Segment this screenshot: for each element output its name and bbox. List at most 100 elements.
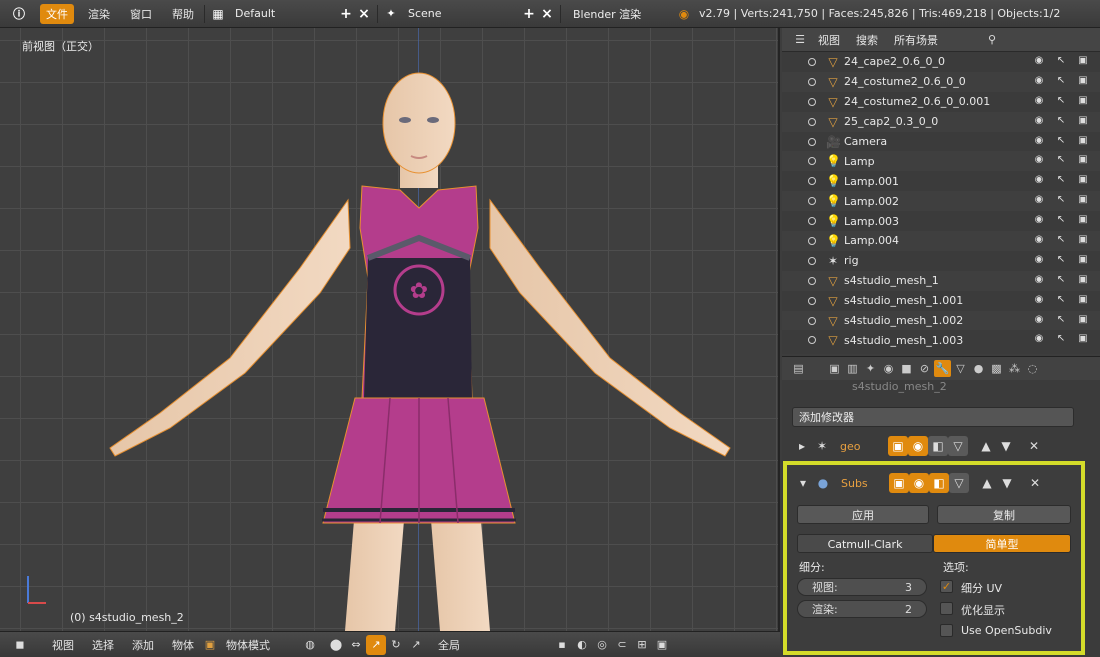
move-down-icon[interactable]: ▼ [997,473,1017,493]
outliner-item-label[interactable]: s4studio_mesh_1 [844,274,939,287]
eye-icon[interactable]: ◉ [1032,115,1046,129]
apply-button[interactable]: 应用 [797,505,929,524]
eye-icon[interactable]: ◉ [1032,194,1046,208]
info-icon[interactable]: ⓘ [10,5,28,23]
outliner-row[interactable]: ✶ rig ◉ ↖ ▣ [782,251,1100,271]
outliner-item-label[interactable]: s4studio_mesh_1.003 [844,334,963,347]
scene-field[interactable]: Scene [400,4,520,24]
eye-icon[interactable]: ◉ [1032,274,1046,288]
cursor-icon[interactable]: ↖ [1054,294,1068,308]
render-toggle-icon[interactable]: ▣ [889,473,909,493]
editor-type-icon[interactable]: ◼ [10,635,30,655]
scene-tab-icon[interactable]: ✦ [862,360,879,377]
physics-tab-icon[interactable]: ◌ [1024,360,1041,377]
proportional-icon[interactable]: ◎ [592,635,612,655]
transform-orientation-select[interactable]: 全局 [432,637,492,653]
outliner-item-label[interactable]: 25_cap2_0.3_0_0 [844,115,938,128]
close-layout-icon[interactable]: × [355,5,373,23]
viewport-toggle-icon[interactable]: ◉ [909,473,929,493]
move-up-icon[interactable]: ▲ [976,436,996,456]
remove-modifier-icon[interactable]: ✕ [1024,436,1044,456]
eye-icon[interactable]: ◉ [1032,333,1046,347]
eye-icon[interactable]: ◉ [1032,254,1046,268]
menu-select[interactable]: 选择 [86,637,120,653]
eye-icon[interactable]: ◉ [1032,234,1046,248]
outliner-item-label[interactable]: Lamp.002 [844,195,899,208]
eye-icon[interactable]: ◉ [1032,135,1046,149]
eye-icon[interactable]: ◉ [1032,214,1046,228]
camera-restrict-icon[interactable]: ▣ [1076,214,1090,228]
eye-icon[interactable]: ◉ [1032,75,1046,89]
outliner-expand-icon[interactable] [808,197,816,206]
outliner-expand-icon[interactable] [808,336,816,345]
cursor-icon[interactable]: ↖ [1054,214,1068,228]
data-tab-icon[interactable]: ▽ [952,360,969,377]
camera-restrict-icon[interactable]: ▣ [1076,75,1090,89]
outliner-row[interactable]: ▽ 24_costume2_0.6_0_0.001 ◉ ↖ ▣ [782,92,1100,112]
close-scene-icon[interactable]: × [538,5,556,23]
3d-viewport[interactable]: 前视图（正交） ✿ (0) s4studio_mesh_2 [0,28,780,631]
camera-restrict-icon[interactable]: ▣ [1076,333,1090,347]
render-levels-field[interactable]: 渲染: 2 [797,600,927,618]
mode-select[interactable]: 物体模式 [220,637,300,653]
render-tab-icon[interactable]: ▣ [826,360,843,377]
snap-target-icon[interactable]: ⊞ [632,635,652,655]
layers-icon[interactable]: ▪ [552,635,572,655]
world-tab-icon[interactable]: ◉ [880,360,897,377]
outliner-item-label[interactable]: Lamp.004 [844,234,899,247]
outliner-menu-search[interactable]: 搜索 [848,32,886,48]
layout-grid-icon[interactable]: ▦ [209,5,227,23]
eye-icon[interactable]: ◉ [1032,95,1046,109]
camera-restrict-icon[interactable]: ▣ [1076,115,1090,129]
outliner-item-label[interactable]: s4studio_mesh_1.002 [844,314,963,327]
outliner-expand-icon[interactable] [808,117,816,126]
outliner-row[interactable]: 🎥 Camera ◉ ↖ ▣ [782,132,1100,152]
camera-restrict-icon[interactable]: ▣ [1076,234,1090,248]
eye-icon[interactable]: ◉ [1032,55,1046,69]
menu-add[interactable]: 添加 [126,637,160,653]
outliner-display-select[interactable]: 所有场景 [886,32,982,48]
outliner-expand-icon[interactable] [808,256,816,265]
outliner-expand-icon[interactable] [808,157,816,166]
outliner-row[interactable]: ▽ 25_cap2_0.3_0_0 ◉ ↖ ▣ [782,111,1100,132]
cursor-icon[interactable]: ↖ [1054,234,1068,248]
cursor-icon[interactable]: ↖ [1054,75,1068,89]
camera-restrict-icon[interactable]: ▣ [1076,294,1090,308]
outliner-item-label[interactable]: Lamp [844,155,875,168]
material-tab-icon[interactable]: ● [970,360,987,377]
cursor-icon[interactable]: ↖ [1054,174,1068,188]
screen-layout-field[interactable]: Default [227,4,337,24]
cursor-icon[interactable]: ↖ [1054,333,1068,347]
camera-restrict-icon[interactable]: ▣ [1076,274,1090,288]
outliner-expand-icon[interactable] [808,97,816,106]
outliner-item-label[interactable]: 24_costume2_0.6_0_0.001 [844,95,990,108]
outliner-expand-icon[interactable] [808,236,816,245]
outliner-row[interactable]: ▽ s4studio_mesh_1 ◉ ↖ ▣ [782,270,1100,291]
translate-icon[interactable]: ↗ [366,634,386,655]
pivot-icon[interactable]: ⬤ [326,635,346,655]
expand-arrow-icon[interactable]: ▸ [792,436,812,456]
outliner-row[interactable]: ▽ 24_cape2_0.6_0_0 ◉ ↖ ▣ [782,52,1100,72]
move-down-icon[interactable]: ▼ [996,436,1016,456]
cursor-icon[interactable]: ↖ [1054,115,1068,129]
outliner-item-label[interactable]: Lamp.003 [844,215,899,228]
outliner-item-label[interactable]: Camera [844,135,887,148]
cage-toggle-icon[interactable]: ▽ [949,473,969,493]
menu-render[interactable]: 渲染 [82,4,116,24]
rotate-icon[interactable]: ↻ [386,635,406,655]
modifier-name-subs[interactable]: Subs [841,477,881,490]
camera-restrict-icon[interactable]: ▣ [1076,174,1090,188]
outliner-row[interactable]: ▽ s4studio_mesh_1.003 ◉ ↖ ▣ [782,330,1100,350]
add-layout-icon[interactable]: + [337,5,355,23]
subdivide-uv-checkbox[interactable]: ✓ [940,580,953,593]
outliner-expand-icon[interactable] [808,77,816,86]
move-up-icon[interactable]: ▲ [977,473,997,493]
optimal-display-checkbox[interactable] [940,602,953,615]
cursor-icon[interactable]: ↖ [1054,254,1068,268]
cursor-icon[interactable]: ↖ [1054,274,1068,288]
outliner-row[interactable]: ▽ s4studio_mesh_1.001 ◉ ↖ ▣ [782,291,1100,311]
eye-icon[interactable]: ◉ [1032,294,1046,308]
outliner-row[interactable]: 💡 Lamp.002 ◉ ↖ ▣ [782,191,1100,212]
eye-icon[interactable]: ◉ [1032,314,1046,328]
outliner-row[interactable]: 💡 Lamp.001 ◉ ↖ ▣ [782,171,1100,191]
